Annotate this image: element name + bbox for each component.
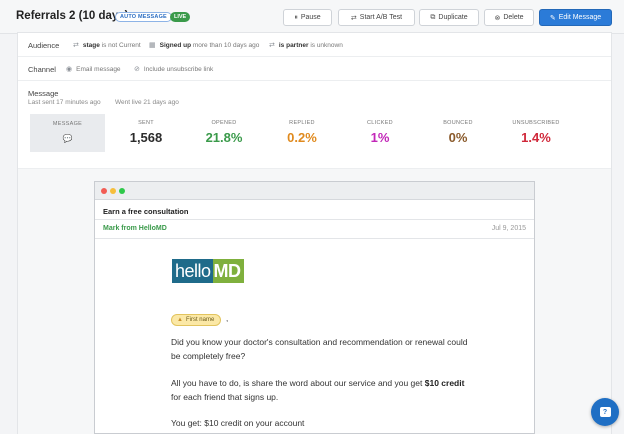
stat-value: 1% <box>370 130 390 145</box>
stat-label: CLICKED <box>367 120 393 126</box>
stat-replied[interactable]: REPLIED 0.2% <box>262 120 342 145</box>
pause-button-label: Pause <box>300 14 321 21</box>
went-live-text: Went live 21 days ago <box>115 99 179 106</box>
paragraph-text: All you have to do, is share the word ab… <box>171 378 425 388</box>
email-preview-window: Earn a free consultation Mark from Hello… <box>94 181 535 434</box>
email-paragraph: Did you know your doctor's consultation … <box>171 337 468 361</box>
audience-condition: ⇄ stage is not Current <box>73 41 141 49</box>
stat-opened[interactable]: OPENED 21.8% <box>184 120 264 145</box>
warning-icon: ▲ <box>177 317 183 323</box>
last-sent-text: Last sent 17 minutes ago <box>28 99 101 106</box>
stat-bounced[interactable]: BOUNCED 0% <box>418 120 498 145</box>
audience-label: Audience <box>28 41 60 50</box>
pause-icon: ⏸ <box>294 13 298 21</box>
calendar-icon: ▦ <box>149 42 156 49</box>
stat-label: BOUNCED <box>443 120 473 126</box>
first-name-token[interactable]: ▲ First name <box>171 314 222 326</box>
channel-email-label: Email message <box>76 66 121 73</box>
condition-rule: is not Current <box>101 42 141 49</box>
page-header: Referrals 2 (10 days) AUTO MESSAGE LIVE … <box>0 0 624 34</box>
condition-rule: is unknown <box>310 42 343 49</box>
question-icon: ? <box>599 407 611 417</box>
auto-message-badge: AUTO MESSAGE <box>115 12 172 22</box>
no-icon: ⊘ <box>134 66 140 73</box>
pause-button[interactable]: ⏸ Pause <box>283 9 332 26</box>
stat-clicked[interactable]: CLICKED 1% <box>340 120 420 145</box>
pencil-icon: ✎ <box>549 14 556 22</box>
condition-attribute: stage <box>82 42 100 49</box>
email-from: Mark from HelloMD <box>103 225 167 232</box>
help-chat-button[interactable]: ? <box>591 398 619 426</box>
minimize-dot-icon <box>110 188 116 194</box>
delete-button[interactable]: ⊗ Delete <box>484 9 534 26</box>
delete-button-label: Delete <box>503 14 524 21</box>
delete-icon: ⊗ <box>494 14 501 22</box>
filter-icon: ⇄ <box>269 42 275 49</box>
paragraph-text: for each friend that signs up. <box>171 392 279 402</box>
divider <box>95 219 534 220</box>
filter-icon: ⇄ <box>73 42 79 49</box>
duplicate-button[interactable]: ⧉ Duplicate <box>419 9 479 26</box>
audience-condition: ▦ Signed up more than 10 days ago <box>149 41 259 49</box>
stat-label: UNSUBSCRIBED <box>512 120 560 126</box>
channel-unsubscribe: ⊘ Include unsubscribe link <box>134 65 213 73</box>
stat-value: 1.4% <box>521 130 551 145</box>
paragraph-emphasis: $10 credit <box>424 378 465 388</box>
chat-bubble-icon: 💬 <box>62 134 73 143</box>
channel-email: ◉ Email message <box>66 65 121 73</box>
window-chrome <box>95 182 534 200</box>
stat-label: REPLIED <box>289 120 315 126</box>
message-tab-label: MESSAGE <box>52 121 83 127</box>
stat-label: SENT <box>138 120 154 126</box>
stat-value: 1,568 <box>129 130 163 145</box>
channel-row: Channel ◉ Email message ⊘ Include unsubscr… <box>18 57 611 81</box>
eye-icon: ◉ <box>66 66 73 73</box>
message-panel: Audience ⇄ stage is not Current ▦ Signed u… <box>17 32 612 434</box>
ab-test-button[interactable]: ⇄ Start A/B Test <box>338 9 415 26</box>
condition-attribute: is partner <box>278 42 309 49</box>
logo-part-md: MD <box>212 259 244 283</box>
stat-label: OPENED <box>211 120 237 126</box>
duplicate-button-label: Duplicate <box>438 14 468 21</box>
ab-test-button-label: Start A/B Test <box>359 14 403 21</box>
stat-value: 0.2% <box>287 130 317 145</box>
email-paragraph: You get: $10 credit on your account <box>171 418 305 428</box>
ab-test-icon: ⇄ <box>350 14 357 22</box>
email-subject: Earn a free consultation <box>103 207 189 216</box>
maximize-dot-icon <box>119 188 125 194</box>
token-label: First name <box>185 317 215 323</box>
hellomd-logo: hello MD <box>172 259 244 283</box>
channel-unsubscribe-label: Include unsubscribe link <box>143 66 214 73</box>
channel-label: Channel <box>28 65 56 74</box>
message-label: Message <box>28 89 59 98</box>
divider <box>95 238 534 239</box>
edit-message-button[interactable]: ✎ Edit Message <box>539 9 612 26</box>
duplicate-icon: ⧉ <box>430 13 436 21</box>
logo-part-hello: hello <box>172 259 213 283</box>
page-title: Referrals 2 (10 days) <box>16 10 129 22</box>
stat-sent[interactable]: SENT 1,568 <box>106 120 186 145</box>
close-dot-icon <box>101 188 107 194</box>
live-badge: LIVE <box>170 12 191 22</box>
email-date: Jul 9, 2015 <box>491 225 526 232</box>
greeting-comma: , <box>226 314 229 323</box>
condition-rule: more than 10 days ago <box>192 42 260 49</box>
stat-value: 21.8% <box>205 130 243 145</box>
audience-row: Audience ⇄ stage is not Current ▦ Signed u… <box>18 33 611 57</box>
edit-message-button-label: Edit Message <box>558 14 602 21</box>
message-preview-tab[interactable]: MESSAGE 💬 <box>30 114 105 152</box>
email-paragraph: All you have to do, is share the word ab… <box>171 376 471 404</box>
stat-value: 0% <box>448 130 468 145</box>
audience-condition: ⇄ is partner is unknown <box>269 41 343 49</box>
stat-unsubscribed[interactable]: UNSUBSCRIBED 1.4% <box>496 120 576 145</box>
condition-attribute: Signed up <box>159 42 192 49</box>
